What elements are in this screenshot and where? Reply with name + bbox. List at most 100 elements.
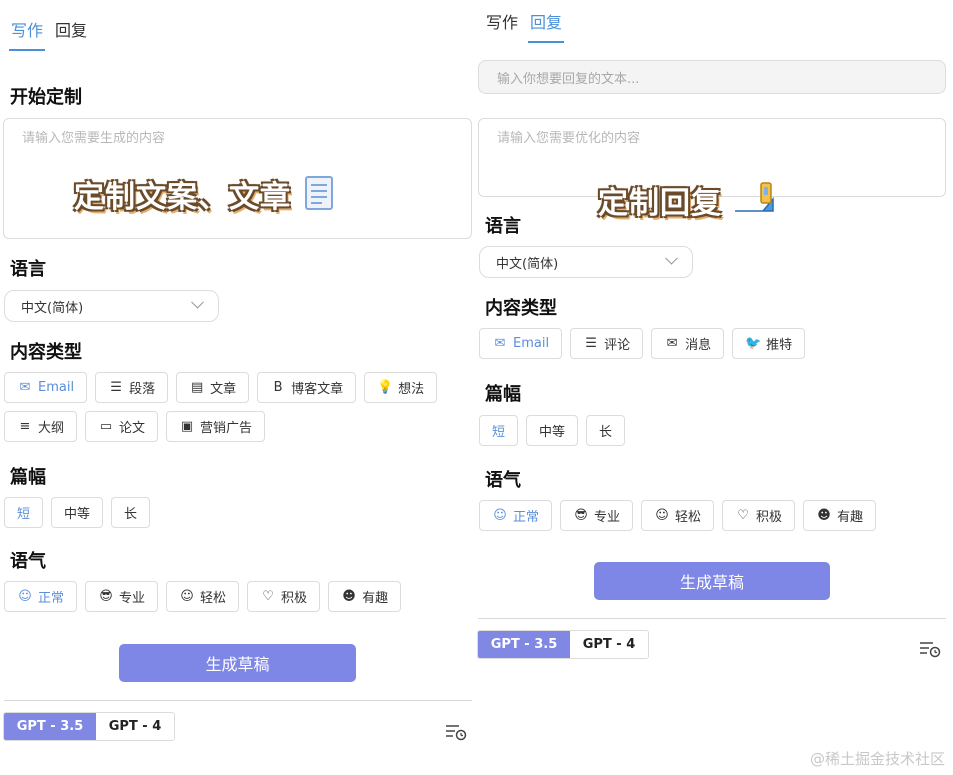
envelope-icon: ✉ [494, 336, 506, 351]
sunglasses-icon: 😎 [574, 508, 588, 523]
tab-writing[interactable]: 写作 [484, 9, 520, 43]
blog-icon: B [273, 380, 283, 395]
writing-panel: 写作 回复 开始定制 请输入您需要生成的内容 定制文案、文章 语言 中文(简体)… [0, 0, 476, 775]
content-type-chip-label: 想法 [398, 382, 425, 397]
length-chip[interactable]: 短 [4, 497, 44, 528]
tone-chip[interactable]: ☺ 正常 [4, 581, 78, 612]
divider [478, 618, 946, 619]
length-chip[interactable]: 中等 [51, 497, 104, 528]
length-chip-label: 短 [17, 507, 31, 522]
content-type-chip[interactable]: ☰ 段落 [95, 372, 169, 403]
envelope-icon: ✉ [19, 380, 31, 395]
model-toggle: GPT - 3.5 GPT - 4 [3, 712, 175, 741]
reply-sticker-icon [735, 182, 775, 212]
tone-chip[interactable]: ♡ 积极 [722, 500, 796, 531]
length-title: 篇幅 [10, 467, 46, 488]
reply-text-input[interactable]: 输入你想要回复的文本... [478, 60, 946, 94]
content-type-chip-label: 论文 [119, 421, 146, 436]
length-chips: 短 中等 长 [4, 497, 304, 528]
start-custom-title: 开始定制 [10, 87, 82, 108]
length-chip-label: 中等 [64, 507, 91, 522]
content-type-chips: ✉ Email ☰ 评论 ✉ 消息 🐦 推特 [479, 328, 939, 359]
tone-chip-label: 积极 [281, 591, 308, 606]
length-chip-label: 短 [492, 425, 506, 440]
content-type-chips: ✉ Email ☰ 段落 ▤ 文章 B 博客文章 💡 想法 ≡ 大纲 ▭ 论文 ▣ 营销广告 [4, 372, 464, 442]
language-select[interactable]: 中文(简体) [479, 246, 693, 278]
content-type-chip-label: 推特 [766, 338, 793, 353]
content-type-title: 内容类型 [10, 342, 82, 363]
language-title: 语言 [10, 259, 46, 280]
smile-icon: ☺ [493, 508, 507, 523]
length-chip[interactable]: 中等 [526, 415, 579, 446]
length-chip-label: 长 [124, 507, 138, 522]
tone-chip-label: 正常 [513, 510, 540, 525]
ad-icon: ▣ [180, 419, 194, 434]
relaxed-face-icon: ☺ [180, 589, 194, 604]
content-type-chip[interactable]: ▤ 文章 [176, 372, 250, 403]
relaxed-face-icon: ☺ [655, 508, 669, 523]
generate-draft-button[interactable]: 生成草稿 [119, 644, 356, 682]
history-list-icon[interactable] [445, 723, 467, 741]
tone-chip[interactable]: ☺ 轻松 [641, 500, 715, 531]
content-type-chip-label: 段落 [129, 382, 156, 397]
content-type-chip[interactable]: 💡 想法 [364, 372, 438, 403]
length-chip-label: 中等 [539, 425, 566, 440]
content-type-chip[interactable]: ✉ Email [4, 372, 88, 403]
overlay-caption-text: 定制回复 [598, 186, 722, 221]
language-select-value: 中文(简体) [496, 256, 559, 272]
language-select[interactable]: 中文(简体) [4, 290, 219, 322]
tab-reply[interactable]: 回复 [528, 9, 565, 43]
comment-icon: ☰ [585, 336, 597, 351]
heart-icon: ♡ [262, 589, 274, 604]
content-type-chip[interactable]: B 博客文章 [257, 372, 357, 403]
mode-tabs: 写作 回复 [9, 17, 89, 51]
tone-chip[interactable]: 😎 专业 [85, 581, 159, 612]
language-select-value: 中文(简体) [21, 300, 84, 316]
length-chips: 短 中等 长 [479, 415, 779, 446]
content-type-chip[interactable]: ▭ 论文 [85, 411, 159, 442]
smile-icon: ☺ [18, 589, 32, 604]
sunglasses-icon: 😎 [99, 589, 113, 604]
tab-writing[interactable]: 写作 [9, 17, 46, 51]
tone-chip-label: 专业 [594, 510, 621, 525]
message-icon: ✉ [666, 336, 678, 351]
model-gpt4-button[interactable]: GPT - 4 [96, 713, 174, 740]
tone-chip[interactable]: ☻ 有趣 [803, 500, 877, 531]
tone-chip-label: 有趣 [362, 591, 389, 606]
length-chip[interactable]: 长 [586, 415, 626, 446]
content-type-chip-label: Email [513, 336, 550, 351]
content-type-chip[interactable]: ☰ 评论 [570, 328, 644, 359]
content-type-title: 内容类型 [485, 298, 557, 319]
fun-face-icon: ☻ [342, 589, 356, 604]
content-type-chip-label: 评论 [604, 338, 631, 353]
tone-chip[interactable]: 😎 专业 [560, 500, 634, 531]
generate-draft-button[interactable]: 生成草稿 [594, 562, 830, 600]
content-type-chip-label: Email [38, 380, 75, 395]
paper-icon: ▭ [99, 419, 113, 434]
tab-reply[interactable]: 回复 [53, 17, 89, 51]
tone-chip[interactable]: ☺ 正常 [479, 500, 553, 531]
content-type-chip[interactable]: ≡ 大纲 [4, 411, 78, 442]
overlay-caption-text: 定制文案、文章 [74, 180, 291, 215]
reply-panel: 写作 回复 输入你想要回复的文本... 请输入您需要优化的内容 定制回复 语言 … [476, 0, 953, 775]
tone-chip[interactable]: ☺ 轻松 [166, 581, 240, 612]
tone-chip[interactable]: ☻ 有趣 [328, 581, 402, 612]
tone-chip[interactable]: ♡ 积极 [247, 581, 321, 612]
lightbulb-icon: 💡 [377, 380, 394, 395]
length-chip[interactable]: 长 [111, 497, 151, 528]
chevron-down-icon [191, 295, 204, 309]
history-list-icon[interactable] [919, 640, 941, 658]
content-type-chip[interactable]: 🐦 推特 [732, 328, 806, 359]
overlay-caption: 定制文案、文章 [74, 172, 338, 216]
model-gpt4-button[interactable]: GPT - 4 [570, 631, 648, 658]
content-type-chip[interactable]: ▣ 营销广告 [166, 411, 266, 442]
content-type-chip[interactable]: ✉ Email [479, 328, 563, 359]
content-type-chip[interactable]: ✉ 消息 [651, 328, 725, 359]
length-chip[interactable]: 短 [479, 415, 519, 446]
length-chip-label: 长 [599, 425, 613, 440]
model-gpt35-button[interactable]: GPT - 3.5 [4, 713, 96, 740]
tone-chip-label: 轻松 [200, 591, 227, 606]
model-gpt35-button[interactable]: GPT - 3.5 [478, 631, 570, 658]
twitter-icon: 🐦 [745, 336, 762, 351]
overlay-caption: 定制回复 [598, 178, 777, 222]
